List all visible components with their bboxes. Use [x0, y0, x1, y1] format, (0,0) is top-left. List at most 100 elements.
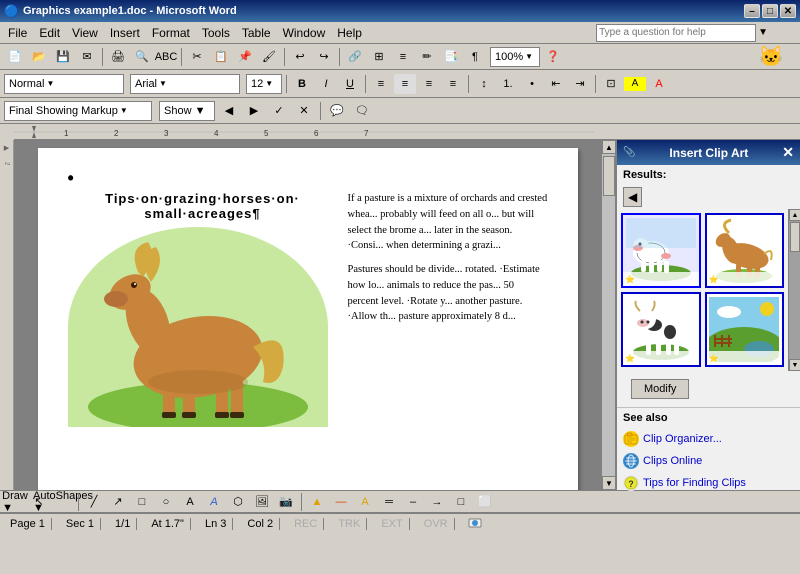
close-button[interactable]: ✕ — [780, 4, 796, 18]
wordart-tool[interactable]: A — [203, 492, 225, 512]
menu-window[interactable]: Window — [277, 24, 332, 42]
line-tool[interactable]: ╱ — [83, 492, 105, 512]
prev-change-button[interactable]: ◀ — [218, 101, 240, 121]
clip-item-4[interactable]: ⭐ — [705, 292, 785, 367]
save-button[interactable]: 💾 — [52, 47, 74, 67]
show-hide-button[interactable]: ¶ — [464, 47, 486, 67]
scroll-down-button[interactable]: ▼ — [602, 476, 616, 490]
menu-file[interactable]: File — [2, 24, 33, 42]
dash-style-button[interactable]: ‒ — [402, 492, 424, 512]
menu-help[interactable]: Help — [331, 24, 368, 42]
clip-scroll-down[interactable]: ▼ — [789, 359, 800, 371]
font-dropdown[interactable]: Arial ▼ — [130, 74, 240, 94]
clip-scroll-thumb[interactable] — [790, 222, 800, 252]
autoshapes-button[interactable]: AutoShapes ▼ — [52, 492, 74, 512]
increase-indent-button[interactable]: ⇥ — [569, 74, 591, 94]
arrow-tool[interactable]: ↗ — [107, 492, 129, 512]
picture-tool[interactable]: 📷 — [275, 492, 297, 512]
line-spacing-button[interactable]: ↕ — [473, 74, 495, 94]
highlight-button[interactable]: A — [624, 77, 646, 91]
underline-button[interactable]: U — [339, 74, 361, 94]
format-painter-button[interactable]: 🖌 — [258, 47, 280, 67]
numbering-button[interactable]: 1. — [497, 74, 519, 94]
back-arrow-button[interactable]: ◀ — [623, 187, 642, 207]
undo-button[interactable]: ↩ — [289, 47, 311, 67]
track-comment-button[interactable]: 💬 — [326, 101, 348, 121]
spell-button[interactable]: ABC — [155, 47, 177, 67]
track-balloon-button[interactable]: 🗨 — [351, 101, 373, 121]
shadow-button[interactable]: □ — [450, 492, 472, 512]
textbox-tool[interactable]: A — [179, 492, 201, 512]
clip-art-icon: 📎 — [623, 147, 635, 158]
menu-insert[interactable]: Insert — [104, 24, 146, 42]
clip-scroll-up[interactable]: ▲ — [789, 209, 800, 221]
print-button[interactable]: 🖨 — [107, 47, 129, 67]
modify-button[interactable]: Modify — [631, 379, 689, 399]
align-center-button[interactable]: ≡ — [394, 74, 416, 94]
menu-table[interactable]: Table — [236, 24, 277, 42]
draw-dropdown-button[interactable]: Draw ▼ — [4, 492, 26, 512]
docmap-button[interactable]: 📑 — [440, 47, 462, 67]
help-button[interactable]: ❓ — [542, 47, 564, 67]
tips-link[interactable]: ? Tips for Finding Clips — [617, 472, 800, 494]
clipart-tool[interactable]: 🖼 — [251, 492, 273, 512]
paste-button[interactable]: 📌 — [234, 47, 256, 67]
font-color-button[interactable]: A — [648, 74, 670, 94]
align-left-button[interactable]: ≡ — [370, 74, 392, 94]
clip-item-3[interactable]: ⭐ — [621, 292, 701, 367]
drawing-button[interactable]: ✏ — [416, 47, 438, 67]
scroll-up-button[interactable]: ▲ — [602, 140, 616, 154]
rect-tool[interactable]: □ — [131, 492, 153, 512]
3d-button[interactable]: ⬜ — [474, 492, 496, 512]
menu-tools[interactable]: Tools — [196, 24, 236, 42]
print-preview-button[interactable]: 🔍 — [131, 47, 153, 67]
line-style-button[interactable]: ═ — [378, 492, 400, 512]
clip-item-2[interactable]: ⭐ — [705, 213, 785, 288]
zoom-dropdown[interactable]: 100%▼ — [490, 47, 540, 67]
scroll-track[interactable] — [602, 154, 615, 476]
minimize-button[interactable]: – — [744, 4, 760, 18]
menu-edit[interactable]: Edit — [33, 24, 66, 42]
new-button[interactable]: 📄 — [4, 47, 26, 67]
clips-online-link[interactable]: Clips Online — [617, 450, 800, 472]
fill-color-button[interactable]: ▲ — [306, 492, 328, 512]
style-dropdown[interactable]: Normal ▼ — [4, 74, 124, 94]
italic-button[interactable]: I — [315, 74, 337, 94]
accept-change-button[interactable]: ✓ — [268, 101, 290, 121]
font-color-draw-button[interactable]: A — [354, 492, 376, 512]
email-button[interactable]: ✉ — [76, 47, 98, 67]
tables-button[interactable]: ⊞ — [368, 47, 390, 67]
hyperlink-button[interactable]: 🔗 — [344, 47, 366, 67]
margin-text: 2 — [4, 162, 10, 165]
bold-button[interactable]: B — [291, 74, 313, 94]
help-search-input[interactable] — [596, 24, 756, 42]
copy-button[interactable]: 📋 — [210, 47, 232, 67]
arrow-style-button[interactable]: → — [426, 492, 448, 512]
columns-button[interactable]: ≡ — [392, 47, 414, 67]
size-dropdown[interactable]: 12 ▼ — [246, 74, 282, 94]
diagram-tool[interactable]: ⬡ — [227, 492, 249, 512]
justify-button[interactable]: ≡ — [442, 74, 464, 94]
clip-art-close-button[interactable]: ✕ — [782, 144, 794, 161]
document-area[interactable]: • Tips·on·grazing·horses·on·small·acreag… — [14, 140, 601, 490]
show-dropdown[interactable]: Show ▼ — [159, 101, 215, 121]
oval-tool[interactable]: ○ — [155, 492, 177, 512]
clip-organizer-link[interactable]: Clip Organizer... — [617, 428, 800, 450]
cut-button[interactable]: ✂ — [186, 47, 208, 67]
menu-format[interactable]: Format — [146, 24, 196, 42]
line-color-button[interactable]: — — [330, 492, 352, 512]
scroll-thumb[interactable] — [603, 156, 615, 196]
redo-button[interactable]: ↪ — [313, 47, 335, 67]
bullets-button[interactable]: • — [521, 74, 543, 94]
maximize-button[interactable]: □ — [762, 4, 778, 18]
clip-item-1[interactable]: ⭐ — [621, 213, 701, 288]
menu-view[interactable]: View — [66, 24, 104, 42]
align-right-button[interactable]: ≡ — [418, 74, 440, 94]
open-button[interactable]: 📂 — [28, 47, 50, 67]
clip-scroll-track[interactable] — [789, 221, 800, 359]
reject-change-button[interactable]: ✕ — [293, 101, 315, 121]
track-mode-dropdown[interactable]: Final Showing Markup ▼ — [4, 101, 152, 121]
next-change-button[interactable]: ▶ — [243, 101, 265, 121]
decrease-indent-button[interactable]: ⇤ — [545, 74, 567, 94]
outside-border-button[interactable]: ⊡ — [600, 74, 622, 94]
